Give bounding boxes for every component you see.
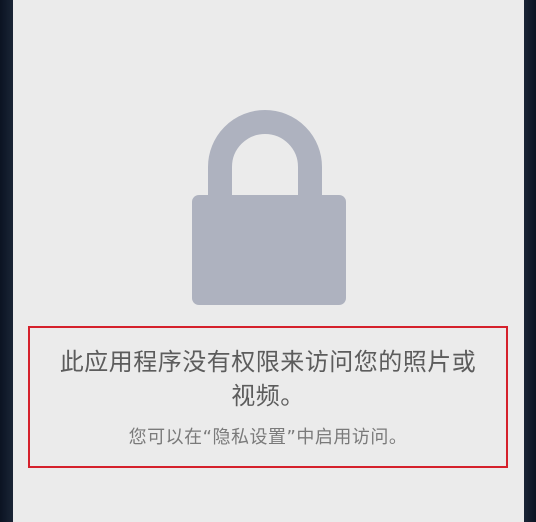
device-bezel-left [0,0,13,522]
device-bezel-right [524,0,536,522]
privacy-settings-hint: 您可以在“隐私设置”中启用访问。 [128,427,408,448]
permission-message-line1: 此应用程序没有权限来访问您的照片或 [59,348,477,376]
lock-icon [192,110,346,305]
permission-message: 此应用程序没有权限来访问您的照片或 视频。 [34,345,502,413]
permission-message-line2: 视频。 [231,382,305,410]
